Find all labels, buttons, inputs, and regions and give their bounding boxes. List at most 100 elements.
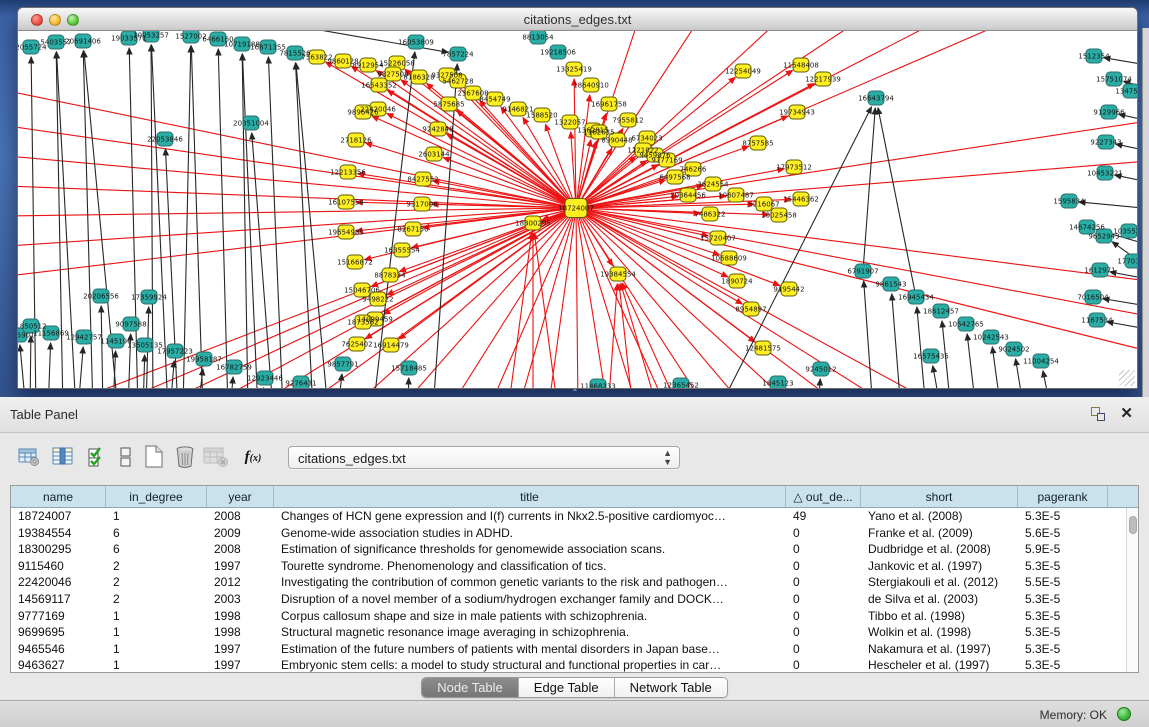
close-panel-icon[interactable]: ✕ <box>1120 405 1133 423</box>
tab-edge-table[interactable]: Edge Table <box>519 678 615 697</box>
cell-short[interactable]: de Silva et al. (2003) <box>861 591 1018 608</box>
cell-in_degree[interactable]: 1 <box>106 624 207 641</box>
cell-name[interactable]: 9777169 <box>11 608 106 625</box>
table-row[interactable]: 977716911998Corpus callosum shape and si… <box>11 608 1126 625</box>
cell-year[interactable]: 1998 <box>207 624 274 641</box>
table-selector-dropdown[interactable]: citations_edges.txt ▲▼ <box>288 446 680 469</box>
citation-edge[interactable] <box>183 46 191 388</box>
column-header-title[interactable]: title <box>274 486 786 507</box>
cell-in_degree[interactable]: 2 <box>106 591 207 608</box>
row-selection-icon[interactable] <box>85 443 111 471</box>
cell-short[interactable]: Nakamura et al. (1997) <box>861 641 1018 658</box>
cell-out_de[interactable]: 49 <box>786 508 861 525</box>
cell-in_degree[interactable]: 6 <box>106 541 207 558</box>
column-visibility-icon[interactable] <box>50 443 76 471</box>
cell-title[interactable]: Corpus callosum shape and size in male p… <box>274 608 786 625</box>
cell-out_de[interactable]: 0 <box>786 624 861 641</box>
citation-edge[interactable] <box>408 378 409 388</box>
cell-year[interactable]: 1997 <box>207 641 274 658</box>
cell-pagerank[interactable]: 5.3E-5 <box>1018 558 1108 575</box>
rows-icon[interactable] <box>113 443 139 471</box>
cell-name[interactable]: 19384554 <box>11 525 106 542</box>
cell-short[interactable]: Tibbo et al. (1998) <box>861 608 1018 625</box>
cell-out_de[interactable]: 0 <box>786 641 861 658</box>
window-resize-grip[interactable] <box>1119 370 1135 386</box>
splitter-handle[interactable]: ⌃ <box>570 389 580 396</box>
cell-year[interactable]: 2009 <box>207 525 274 542</box>
citation-edge[interactable] <box>372 116 576 208</box>
citation-network-graph[interactable]: 1872400775638229860128891295415226058982… <box>18 31 1137 388</box>
cell-short[interactable]: Franke et al. (2009) <box>861 525 1018 542</box>
citation-edge[interactable] <box>864 281 873 388</box>
citation-edge[interactable] <box>20 345 26 388</box>
function-builder-icon[interactable]: f(x) <box>240 443 266 471</box>
cell-name[interactable]: 9463627 <box>11 657 106 672</box>
column-header-year[interactable]: year <box>207 486 274 507</box>
cell-title[interactable]: Embryonic stem cells: a model to study s… <box>274 657 786 672</box>
citation-edge[interactable] <box>967 334 976 388</box>
cell-pagerank[interactable]: 5.3E-5 <box>1018 591 1108 608</box>
cell-year[interactable]: 1997 <box>207 558 274 575</box>
citation-edge[interactable] <box>576 208 1137 316</box>
cell-in_degree[interactable]: 1 <box>106 508 207 525</box>
cell-pagerank[interactable]: 5.9E-5 <box>1018 541 1108 558</box>
table-row[interactable]: 946362711997Embryonic stem cells: a mode… <box>11 657 1126 672</box>
cell-title[interactable]: Disruption of a novel member of a sodium… <box>274 591 786 608</box>
citation-edge[interactable] <box>576 208 1137 351</box>
cell-name[interactable]: 9115460 <box>11 558 106 575</box>
citation-edge[interactable] <box>622 283 680 388</box>
cell-in_degree[interactable]: 1 <box>106 657 207 672</box>
table-row[interactable]: 2242004622012Investigating the contribut… <box>11 574 1126 591</box>
cell-year[interactable]: 2003 <box>207 591 274 608</box>
cell-in_degree[interactable]: 1 <box>106 641 207 658</box>
cell-year[interactable]: 2008 <box>207 541 274 558</box>
table-row[interactable]: 946554611997Estimation of the future num… <box>11 641 1126 658</box>
cell-title[interactable]: Genome-wide association studies in ADHD. <box>274 525 786 542</box>
cell-out_de[interactable]: 0 <box>786 608 861 625</box>
table-row[interactable]: 911546021997Tourette syndrome. Phenomeno… <box>11 558 1126 575</box>
cell-title[interactable]: Changes of HCN gene expression and I(f) … <box>274 508 786 525</box>
table-row[interactable]: 1938455462009Genome-wide association stu… <box>11 525 1126 542</box>
tab-node-table[interactable]: Node Table <box>422 678 519 697</box>
cell-name[interactable]: 18300295 <box>11 541 106 558</box>
cell-pagerank[interactable]: 5.6E-5 <box>1018 525 1108 542</box>
cell-out_de[interactable]: 0 <box>786 525 861 542</box>
table-row[interactable]: 1456911722003Disruption of a novel membe… <box>11 591 1126 608</box>
citation-edge[interactable] <box>78 347 83 388</box>
cell-title[interactable]: Estimation of significance thresholds fo… <box>274 541 786 558</box>
cell-out_de[interactable]: 0 <box>786 657 861 672</box>
cell-pagerank[interactable]: 5.3E-5 <box>1018 608 1108 625</box>
cell-pagerank[interactable]: 5.3E-5 <box>1018 624 1108 641</box>
cell-in_degree[interactable]: 6 <box>106 525 207 542</box>
column-header-in_degree[interactable]: in_degree <box>106 486 207 507</box>
citation-edge[interactable] <box>18 208 576 216</box>
cell-title[interactable]: Estimation of the future numbers of pati… <box>274 641 786 658</box>
network-window[interactable]: citations_edges.txt 18724007756382298601… <box>17 7 1138 389</box>
delete-column-icon[interactable] <box>172 443 198 471</box>
cell-year[interactable]: 1997 <box>207 657 274 672</box>
citation-edge[interactable] <box>398 208 576 388</box>
cell-short[interactable]: Dudbridge et al. (2008) <box>861 541 1018 558</box>
cell-name[interactable]: 14569117 <box>11 591 106 608</box>
cell-short[interactable]: Yano et al. (2008) <box>861 508 1018 525</box>
cell-year[interactable]: 2008 <box>207 508 274 525</box>
cell-in_degree[interactable]: 2 <box>106 558 207 575</box>
table-row[interactable]: 969969511998Structural magnetic resonanc… <box>11 624 1126 641</box>
citation-edge[interactable] <box>576 208 798 388</box>
cell-in_degree[interactable]: 1 <box>106 608 207 625</box>
network-canvas[interactable]: 1872400775638229860128891295415226058982… <box>18 31 1137 388</box>
citation-edge[interactable] <box>143 355 145 388</box>
cell-name[interactable]: 18724007 <box>11 508 106 525</box>
float-panel-icon[interactable] <box>1091 407 1105 421</box>
cell-pagerank[interactable]: 5.3E-5 <box>1018 657 1108 672</box>
cell-name[interactable]: 9465546 <box>11 641 106 658</box>
table-row[interactable]: 1830029562008Estimation of significance … <box>11 541 1126 558</box>
cell-pagerank[interactable]: 5.5E-5 <box>1018 574 1108 591</box>
column-header-pagerank[interactable]: pagerank <box>1018 486 1108 507</box>
citation-edge[interactable] <box>608 284 617 388</box>
cell-year[interactable]: 2012 <box>207 574 274 591</box>
column-header-out_de[interactable]: △ out_de... <box>786 486 861 507</box>
tab-network-table[interactable]: Network Table <box>615 678 727 697</box>
cell-title[interactable]: Tourette syndrome. Phenomenology and cla… <box>274 558 786 575</box>
cell-name[interactable]: 9699695 <box>11 624 106 641</box>
